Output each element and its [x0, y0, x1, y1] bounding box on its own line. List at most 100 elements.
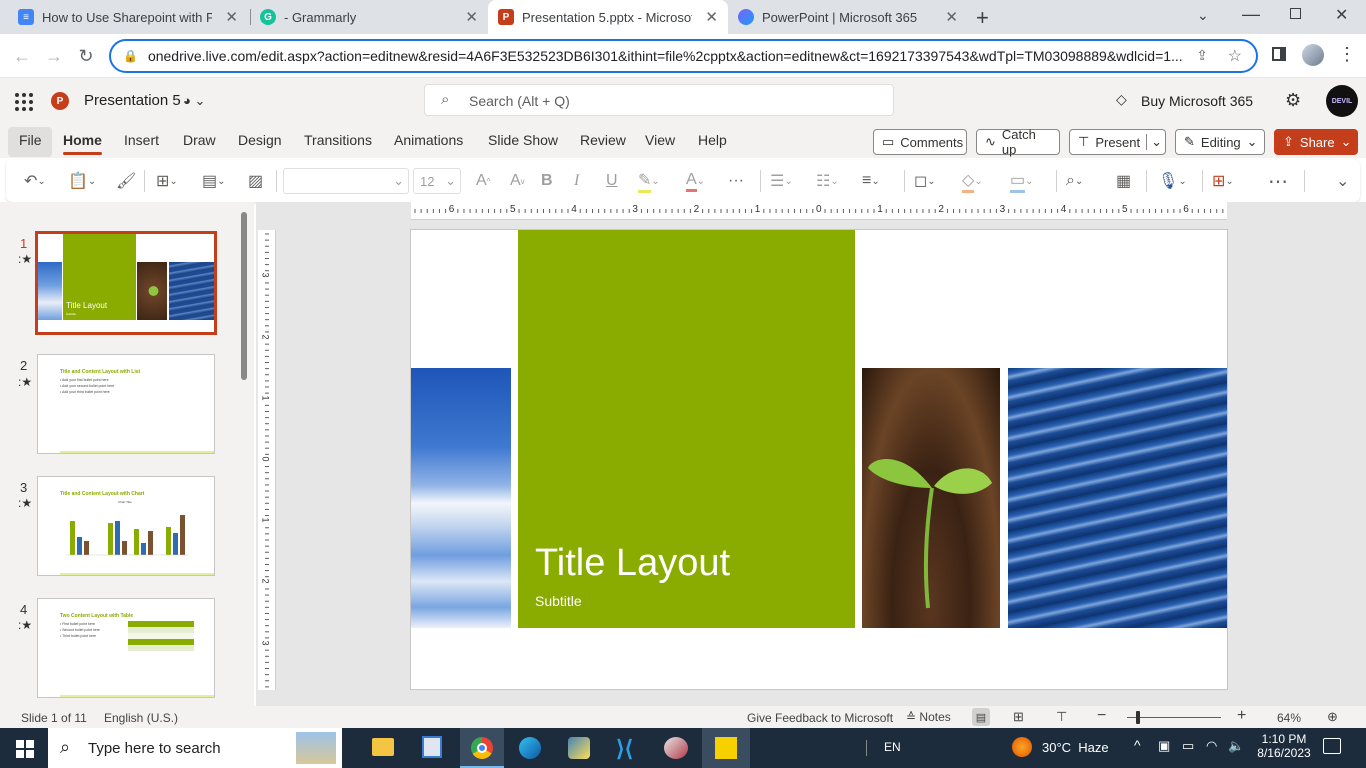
file-explorer-icon[interactable] [372, 738, 394, 756]
document-title[interactable]: Presentation 5 [84, 92, 181, 109]
new-tab-plus-icon[interactable]: + [976, 5, 989, 31]
close-icon[interactable]: ✕ [945, 8, 958, 26]
minimize-icon[interactable]: — [1242, 4, 1260, 25]
taskbar-search-box[interactable]: ⌕ Type here to search [48, 728, 342, 768]
tab-animations[interactable]: Animations [394, 132, 463, 148]
search-box[interactable]: ⌕ Search (Alt + Q) [424, 84, 894, 116]
close-icon[interactable]: ✕ [225, 8, 238, 26]
tab-home[interactable]: Home [63, 132, 102, 155]
battery-icon[interactable]: ▭ [1182, 738, 1194, 754]
shape-outline-icon[interactable]: ▭ ⌄ [1010, 170, 1034, 193]
sidepanel-icon[interactable] [1272, 47, 1286, 61]
profile-avatar-icon[interactable] [1302, 44, 1324, 66]
zoom-slider-track[interactable] [1127, 717, 1221, 718]
zoom-level[interactable]: 64% [1277, 711, 1301, 725]
language-indicator[interactable]: English (U.S.) [104, 711, 178, 725]
weather-text[interactable]: 30°C Haze [1042, 740, 1109, 755]
notification-center-icon[interactable] [1323, 738, 1341, 754]
weather-haze-icon[interactable] [1012, 737, 1032, 757]
tab-transitions[interactable]: Transitions [304, 132, 372, 148]
seedling-image[interactable] [862, 368, 1000, 628]
bullets-icon[interactable]: ☰ ⌄ [770, 170, 793, 192]
format-painter-icon[interactable]: 🖌 [116, 170, 136, 192]
sky-clouds-image[interactable] [411, 368, 511, 628]
font-color-icon[interactable]: A ⌄ [686, 170, 705, 192]
normal-view-icon[interactable]: ▤ [972, 708, 990, 726]
tab-search-chevron-icon[interactable]: ⌄ [1197, 7, 1209, 24]
font-family-select[interactable]: ⌄ [283, 168, 409, 194]
designer-icon[interactable]: ▦ [1116, 170, 1131, 192]
restore-icon[interactable] [1290, 8, 1301, 19]
undo-icon[interactable]: ↶ ⌄ [24, 170, 46, 192]
numbering-icon[interactable]: ☷ ⌄ [816, 170, 839, 192]
present-button[interactable]: ⊤ Present ⌄ [1069, 129, 1166, 155]
expand-ribbon-chevron-icon[interactable]: ⌄ [1336, 170, 1349, 192]
feedback-link[interactable]: Give Feedback to Microsoft [747, 711, 893, 725]
catch-up-button[interactable]: ∿ Catch up [976, 127, 1060, 157]
browser-tab-grammarly[interactable]: G - Grammarly ✕ [250, 0, 488, 34]
zoom-out-icon[interactable]: − [1097, 707, 1106, 725]
more-options-icon[interactable]: ⋯ [1268, 170, 1288, 193]
wifi-icon[interactable]: ◠ [1206, 738, 1217, 754]
close-icon[interactable]: ✕ [465, 8, 478, 26]
tab-draw[interactable]: Draw [183, 132, 216, 148]
add-ins-icon[interactable]: ⊞ ⌄ [1212, 170, 1234, 192]
comments-button[interactable]: ▭ Comments [873, 129, 967, 155]
back-arrow-icon[interactable]: ← [8, 42, 36, 70]
tab-review[interactable]: Review [580, 132, 626, 148]
grow-font-icon[interactable]: A ^ [476, 170, 490, 192]
layout-icon[interactable]: ▤ ⌄ [202, 170, 226, 192]
browser-tab-sharepoint[interactable]: ≡ How to Use Sharepoint with Pow ✕ [8, 0, 248, 34]
editing-mode-button[interactable]: ✎ Editing ⌄ [1175, 129, 1265, 155]
tab-file[interactable]: File [19, 132, 42, 148]
slide-title[interactable]: Title Layout [535, 542, 730, 585]
current-slide[interactable]: Title Layout Subtitle [410, 229, 1228, 690]
share-page-icon[interactable]: ⇪ [1196, 47, 1208, 64]
water-image[interactable] [1008, 368, 1227, 628]
find-icon[interactable]: ⌕ ⌄ [1066, 170, 1083, 192]
notes-button[interactable]: ≙ Notes [906, 710, 951, 724]
dictate-microphone-icon[interactable]: 🎙 ⌄ [1158, 170, 1187, 192]
reading-view-icon[interactable]: ⊤ [1056, 709, 1067, 725]
tab-help[interactable]: Help [698, 132, 727, 148]
new-slide-icon[interactable]: ⊞ ⌄ [156, 170, 178, 192]
close-icon[interactable]: ✕ [705, 8, 718, 26]
shapes-icon[interactable]: ◻ ⌄ [914, 170, 936, 192]
zoom-slider-thumb[interactable] [1136, 711, 1140, 724]
tab-view[interactable]: View [645, 132, 675, 148]
paint-app-icon[interactable] [664, 737, 688, 759]
paste-clipboard-icon[interactable]: 📋 ⌄ [68, 170, 96, 192]
sticky-notes-taskbar-button[interactable] [702, 728, 750, 768]
slide-thumbnail-4[interactable]: Two Content Layout with Table • First bu… [37, 598, 215, 698]
italic-icon[interactable]: I [574, 170, 579, 192]
forward-arrow-icon[interactable]: → [40, 42, 68, 70]
more-font-options-icon[interactable]: ··· [728, 170, 744, 192]
close-window-icon[interactable]: ✕ [1335, 5, 1348, 25]
slide-thumbnail-1[interactable]: Title Layout Subtitle [35, 231, 217, 335]
bookmark-star-icon[interactable]: ☆ [1228, 46, 1242, 66]
slide-thumbnail-3[interactable]: Title and Content Layout with Chart Char… [37, 476, 215, 576]
highlight-icon[interactable]: ✎ ⌄ [638, 170, 660, 193]
slide-sorter-icon[interactable]: ⊞ [1013, 709, 1024, 725]
bold-icon[interactable]: B [541, 170, 553, 192]
volume-icon[interactable]: 🔈 [1228, 738, 1244, 754]
tab-insert[interactable]: Insert [124, 132, 159, 148]
tray-chevron-up-icon[interactable]: ^ [1134, 737, 1141, 753]
align-icon[interactable]: ≡ ⌄ [862, 170, 880, 192]
chevron-down-icon[interactable]: ⌄ [1146, 134, 1162, 150]
fit-to-window-icon[interactable]: ⊕ [1327, 709, 1338, 725]
browser-tab-m365[interactable]: PowerPoint | Microsoft 365 ✕ [728, 0, 968, 34]
tab-slide-show[interactable]: Slide Show [488, 132, 558, 148]
app-launcher-icon[interactable] [15, 93, 33, 111]
chrome-taskbar-button[interactable] [460, 728, 504, 768]
slide-background-icon[interactable]: ▨ [248, 170, 263, 192]
shrink-font-icon[interactable]: Av [510, 170, 525, 192]
shape-fill-icon[interactable]: ◇ ⌄ [962, 170, 983, 193]
kebab-menu-icon[interactable]: ⋮ [1338, 44, 1356, 65]
title-block[interactable]: Title Layout Subtitle [518, 230, 855, 628]
saved-status-icon[interactable]: ◕ ⌄ [183, 93, 205, 109]
windows-start-icon[interactable] [16, 740, 34, 758]
share-button[interactable]: ⇪ Share ⌄ [1274, 129, 1358, 155]
vscode-icon[interactable]: ⟩⟨ [616, 736, 633, 762]
zoom-in-icon[interactable]: + [1237, 707, 1246, 725]
